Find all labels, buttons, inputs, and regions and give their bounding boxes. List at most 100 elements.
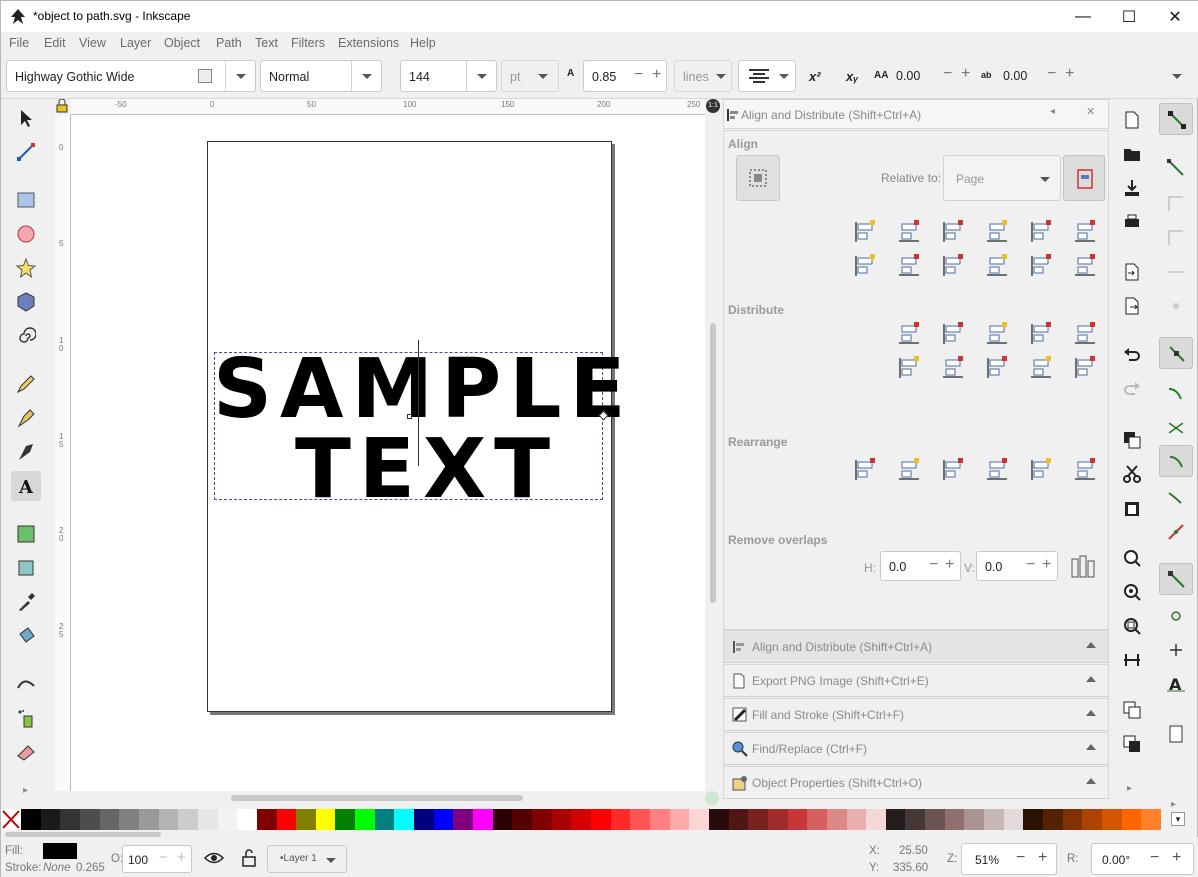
- treat-as-group-button[interactable]: [736, 155, 780, 201]
- increment-icon[interactable]: +: [945, 556, 954, 574]
- snap-bbox-icon[interactable]: [1167, 159, 1185, 177]
- print-icon[interactable]: [1119, 209, 1145, 235]
- color-swatch[interactable]: [571, 809, 592, 830]
- letter-spacing-spin[interactable]: 0.00 − +: [893, 60, 975, 92]
- horizontal-ruler[interactable]: -50 0 50 100 150 200 250: [71, 99, 705, 115]
- font-style-combo[interactable]: Normal: [260, 60, 382, 92]
- menu-help[interactable]: Help: [410, 36, 436, 50]
- close-button[interactable]: ✕: [1152, 1, 1198, 32]
- color-swatch[interactable]: [807, 809, 828, 830]
- ellipse-tool-icon[interactable]: [11, 219, 41, 249]
- exchange-positions-icon[interactable]: [896, 457, 922, 483]
- color-swatch[interactable]: [1062, 809, 1083, 830]
- align-right-to-left-icon[interactable]: [852, 219, 878, 245]
- color-swatch[interactable]: [1043, 809, 1064, 830]
- toolbox-more-icon[interactable]: ▸: [23, 785, 28, 796]
- color-swatch[interactable]: [394, 809, 415, 830]
- redo-icon[interactable]: [1119, 377, 1145, 403]
- font-size-dropdown[interactable]: [466, 61, 496, 91]
- color-swatch[interactable]: [689, 809, 710, 830]
- zoom-fit-icon[interactable]: 1:1: [706, 99, 720, 113]
- align-top-edges-icon[interactable]: [896, 253, 922, 279]
- color-swatch[interactable]: [1102, 809, 1123, 830]
- center-horizontal-axis-icon[interactable]: [940, 253, 966, 279]
- color-swatch[interactable]: [158, 809, 179, 830]
- color-swatch[interactable]: [40, 809, 61, 830]
- snap-bbox-midpoint-icon[interactable]: [1167, 263, 1185, 281]
- layer-combo[interactable]: •Layer 1: [267, 845, 347, 873]
- color-manage-icon[interactable]: [705, 791, 719, 805]
- menu-edit[interactable]: Edit: [44, 36, 66, 50]
- rotate-ccw-icon[interactable]: −: [1150, 849, 1159, 867]
- star-tool-icon[interactable]: [11, 253, 41, 283]
- menu-layer[interactable]: Layer: [120, 36, 151, 50]
- open-folder-icon[interactable]: [1119, 141, 1145, 167]
- color-swatch[interactable]: [787, 809, 808, 830]
- word-spacing-spin[interactable]: 0.00 − +: [999, 60, 1081, 92]
- move-as-group-toggle[interactable]: [1063, 155, 1105, 201]
- export-doc-icon[interactable]: [1119, 293, 1145, 319]
- stroke-width-value[interactable]: 0.265: [76, 862, 105, 874]
- font-style-dropdown[interactable]: [351, 61, 381, 91]
- color-swatch[interactable]: [178, 809, 199, 830]
- decrement-icon[interactable]: −: [634, 66, 643, 84]
- color-swatch[interactable]: [473, 809, 494, 830]
- cut-icon[interactable]: [1119, 461, 1145, 487]
- color-swatch[interactable]: [1003, 809, 1024, 830]
- snap-nodes-toggle[interactable]: [1159, 337, 1193, 369]
- color-swatch[interactable]: [905, 809, 926, 830]
- color-swatch[interactable]: [669, 809, 690, 830]
- menu-object[interactable]: Object: [164, 36, 200, 50]
- color-swatch[interactable]: [119, 809, 140, 830]
- align-left-edges-icon[interactable]: [896, 219, 922, 245]
- snap-cusp-toggle[interactable]: [1159, 445, 1193, 477]
- line-unit-dropdown[interactable]: [711, 61, 731, 91]
- align-baselines-vertical-icon[interactable]: [1072, 253, 1098, 279]
- paint-bucket-tool-icon[interactable]: [11, 621, 41, 651]
- zoom-page-icon[interactable]: [1119, 613, 1145, 639]
- distribute-top-icon[interactable]: [896, 355, 922, 381]
- color-swatch[interactable]: [1023, 809, 1044, 830]
- gradient-tool-icon[interactable]: [11, 519, 41, 549]
- color-swatch[interactable]: [610, 809, 631, 830]
- palette-menu-icon[interactable]: ▾: [1171, 812, 1185, 826]
- calligraphy-tool-icon[interactable]: [11, 437, 41, 467]
- lock-guides-icon[interactable]: [55, 98, 69, 113]
- color-swatch[interactable]: [197, 809, 219, 830]
- color-swatch[interactable]: [276, 809, 297, 830]
- pen-tool-icon[interactable]: [11, 403, 41, 433]
- distribute-baseline-v-icon[interactable]: [1072, 355, 1098, 381]
- relative-to-combo[interactable]: Page: [943, 155, 1061, 201]
- clone-icon[interactable]: [1119, 731, 1145, 757]
- snap-text-baseline-icon[interactable]: A: [1167, 675, 1185, 693]
- color-swatch[interactable]: [256, 809, 277, 830]
- color-swatch[interactable]: [767, 809, 789, 830]
- font-family-dropdown[interactable]: [225, 61, 255, 91]
- exchange-z-order-icon[interactable]: [940, 457, 966, 483]
- line-height-spin[interactable]: 0.85 − +: [583, 60, 667, 92]
- undo-icon[interactable]: [1119, 343, 1145, 369]
- pencil-tool-icon[interactable]: [11, 369, 41, 399]
- snap-others-toggle[interactable]: [1159, 563, 1193, 595]
- panel-tab-object-props[interactable]: Object Properties (Shift+Ctrl+O): [723, 766, 1109, 799]
- new-document-icon[interactable]: [1119, 107, 1145, 133]
- decrement-icon[interactable]: −: [943, 65, 952, 83]
- increment-icon[interactable]: +: [961, 65, 970, 83]
- color-swatch[interactable]: [866, 809, 887, 830]
- color-swatch[interactable]: [846, 809, 867, 830]
- color-swatch[interactable]: [591, 809, 612, 830]
- dock-iconify-button[interactable]: ◂: [1050, 106, 1055, 117]
- color-swatch[interactable]: [60, 809, 81, 830]
- eraser-tool-icon[interactable]: [11, 737, 41, 767]
- canvas-text-line2[interactable]: TEXT: [295, 429, 558, 511]
- menu-filters[interactable]: Filters: [291, 36, 325, 50]
- rotate-spin[interactable]: 0.00° − +: [1091, 843, 1194, 875]
- node-tool-icon[interactable]: [11, 137, 41, 167]
- remove-overlaps-icon[interactable]: [1071, 555, 1095, 579]
- increment-icon[interactable]: +: [1042, 556, 1051, 574]
- color-swatch[interactable]: [826, 809, 847, 830]
- horizontal-scrollbar[interactable]: [71, 791, 719, 805]
- horizontal-scroll-thumb[interactable]: [231, 795, 523, 801]
- import-icon[interactable]: [1119, 259, 1145, 285]
- fill-color-indicator[interactable]: [43, 843, 77, 859]
